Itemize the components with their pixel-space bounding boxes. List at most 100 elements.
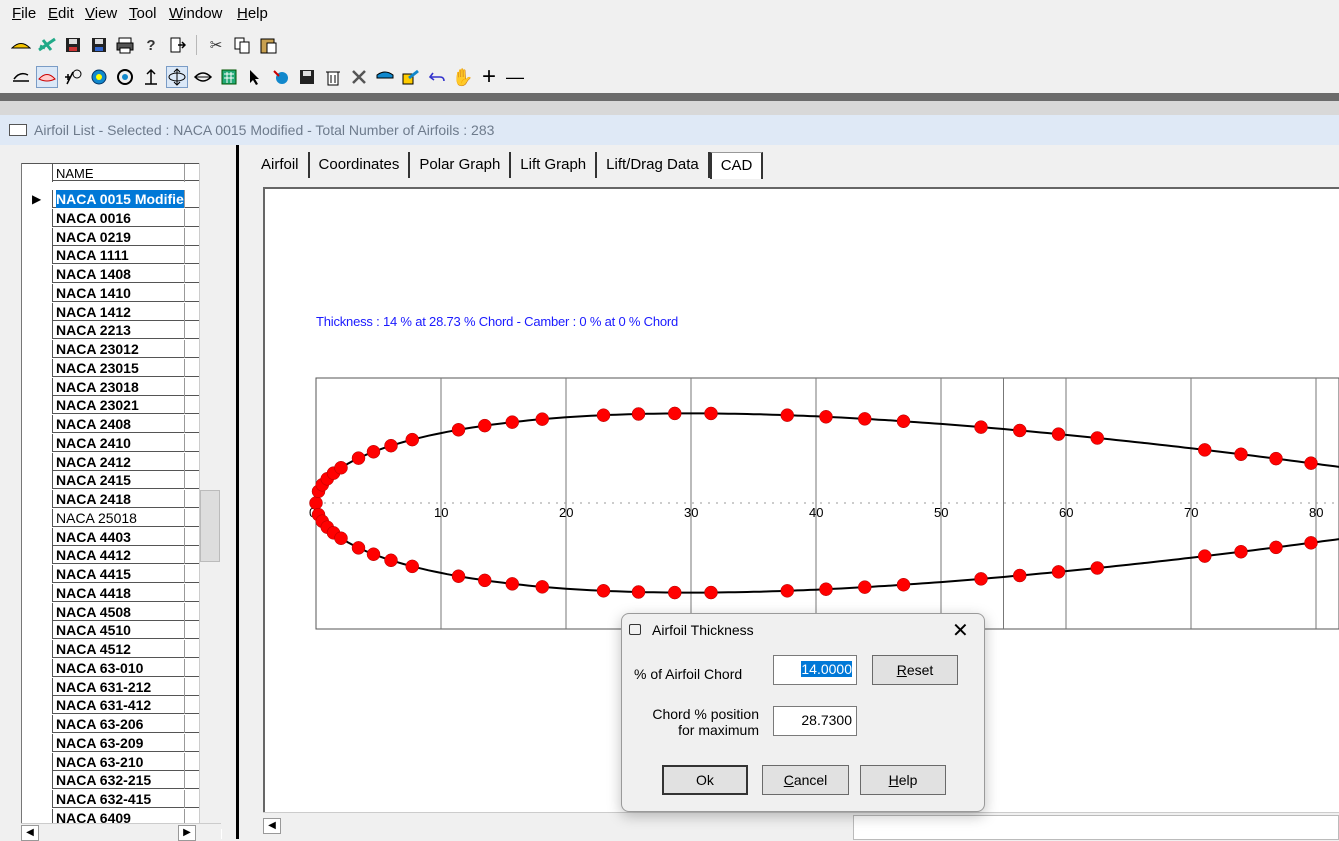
table-row[interactable]: NACA 632-215: [22, 771, 222, 790]
airfoil-name-cell[interactable]: NACA 63-209: [56, 734, 184, 752]
menu-window[interactable]: Window: [169, 5, 222, 22]
airfoil-name-cell[interactable]: NACA 63-210: [56, 753, 184, 771]
delete-icon[interactable]: [322, 66, 344, 88]
table-row[interactable]: NACA 1410: [22, 283, 222, 302]
grid-scroll-thumb[interactable]: [200, 490, 220, 562]
airfoil-name-cell[interactable]: NACA 1111: [56, 246, 184, 264]
tab-coordinates[interactable]: Coordinates: [310, 152, 411, 178]
airfoil-name-cell[interactable]: NACA 631-212: [56, 678, 184, 696]
table-row[interactable]: NACA 4512: [22, 640, 222, 658]
save-points-icon[interactable]: [296, 66, 318, 88]
child-window-titlebar[interactable]: Airfoil List - Selected : NACA 0015 Modi…: [0, 115, 1339, 145]
table-row[interactable]: NACA 4508: [22, 602, 222, 621]
airfoil-name-cell[interactable]: NACA 632-415: [56, 790, 184, 808]
table-row[interactable]: NACA 4415: [22, 565, 222, 583]
cancel-button[interactable]: Cancel: [762, 765, 849, 795]
grid-horizontal-scrollbar[interactable]: ◀ ▶: [21, 823, 221, 841]
table-row[interactable]: NACA 1412: [22, 302, 222, 321]
print-icon[interactable]: [114, 34, 136, 56]
table-row[interactable]: NACA 63-209: [22, 733, 222, 752]
table-row[interactable]: NACA 2415: [22, 471, 222, 490]
airfoil-name-cell[interactable]: NACA 4412: [56, 546, 184, 564]
airfoil-name-cell[interactable]: NACA 2412: [56, 453, 184, 471]
save-as-icon[interactable]: [88, 34, 110, 56]
airfoil-name-cell[interactable]: NACA 0016: [56, 209, 184, 227]
airfoil-name-cell[interactable]: NACA 4418: [56, 584, 184, 602]
add-node-icon[interactable]: [270, 66, 292, 88]
airfoil-name-cell[interactable]: NACA 2418: [56, 490, 184, 508]
airfoil-shape-icon[interactable]: [10, 66, 32, 88]
tab-lift-graph[interactable]: Lift Graph: [511, 152, 598, 178]
airfoil-name-cell[interactable]: NACA 4403: [56, 528, 184, 546]
table-row[interactable]: NACA 23015: [22, 358, 222, 377]
table-row[interactable]: NACA 0016: [22, 208, 222, 227]
airfoil-name-cell[interactable]: NACA 2410: [56, 434, 184, 452]
airfoil-name-cell[interactable]: NACA 631-412: [56, 696, 184, 714]
plane-icon[interactable]: [36, 34, 58, 56]
table-row[interactable]: NACA 4412: [22, 546, 222, 565]
open-airfoil-icon[interactable]: [10, 34, 32, 56]
table-row[interactable]: NACA 632-415: [22, 790, 222, 808]
leading-edge-icon[interactable]: [114, 66, 136, 88]
airfoil-name-cell[interactable]: NACA 2408: [56, 415, 184, 433]
pan-hand-icon[interactable]: ✋: [452, 66, 474, 88]
tab-lift-drag-data[interactable]: Lift/Drag Data: [597, 152, 710, 178]
copy-icon[interactable]: [231, 34, 253, 56]
menu-tool[interactable]: Tool: [129, 5, 157, 22]
airfoil-name-cell[interactable]: NACA 63-206: [56, 715, 184, 733]
color-icon[interactable]: [400, 66, 422, 88]
airfoil-name-cell[interactable]: NACA 4512: [56, 640, 184, 658]
airfoil-name-cell[interactable]: NACA 25018: [56, 509, 184, 527]
thickness-percent-input[interactable]: 14.0000: [773, 655, 857, 685]
reset-button[interactable]: Reset: [872, 655, 958, 685]
table-row[interactable]: NACA 631-212: [22, 677, 222, 696]
exit-icon[interactable]: [166, 34, 188, 56]
panel-scroll-thumb[interactable]: [853, 815, 1339, 840]
tab-airfoil[interactable]: Airfoil: [252, 152, 310, 178]
panel-horizontal-scrollbar[interactable]: ◀: [263, 812, 1339, 840]
cut-icon[interactable]: ✂: [205, 34, 227, 56]
airfoil-name-cell[interactable]: NACA 1410: [56, 284, 184, 302]
airfoil-name-cell[interactable]: NACA 23018: [56, 378, 184, 396]
table-row[interactable]: NACA 4510: [22, 621, 222, 640]
table-row[interactable]: NACA 4418: [22, 583, 222, 602]
menu-view[interactable]: View: [85, 5, 117, 22]
close-icon[interactable]: ✕: [952, 618, 969, 643]
menu-help[interactable]: Help: [237, 5, 268, 22]
calculator-icon[interactable]: [218, 66, 240, 88]
airfoil-name-cell[interactable]: NACA 1412: [56, 303, 184, 321]
undo-icon[interactable]: [426, 66, 448, 88]
camber-icon[interactable]: [36, 66, 58, 88]
airfoil-name-cell[interactable]: NACA 2213: [56, 321, 184, 339]
table-row[interactable]: NACA 2412: [22, 452, 222, 471]
airfoil-name-cell[interactable]: NACA 1408: [56, 265, 184, 283]
airfoil-name-cell[interactable]: NACA 4415: [56, 565, 184, 583]
table-row[interactable]: NACA 63-206: [22, 715, 222, 733]
save-icon[interactable]: [62, 34, 84, 56]
table-row[interactable]: NACA 1111: [22, 246, 222, 265]
zoom-out-icon[interactable]: —: [504, 66, 526, 88]
menu-file[interactable]: File: [12, 5, 36, 22]
table-row[interactable]: NACA 25018: [22, 508, 222, 527]
airfoil-name-cell[interactable]: NACA 23012: [56, 340, 184, 358]
circle-point-icon[interactable]: [88, 66, 110, 88]
flap-icon[interactable]: [374, 66, 396, 88]
table-row[interactable]: NACA 2410: [22, 433, 222, 452]
airfoil-name-cell[interactable]: NACA 0219: [56, 228, 184, 246]
tools-icon[interactable]: [348, 66, 370, 88]
table-row[interactable]: NACA 2213: [22, 321, 222, 340]
airfoil-name-cell[interactable]: NACA 23021: [56, 396, 184, 414]
tab-polar-graph[interactable]: Polar Graph: [410, 152, 512, 178]
help-button[interactable]: Help: [860, 765, 946, 795]
grid-header-name[interactable]: NAME: [56, 164, 184, 182]
airfoil-name-cell[interactable]: NACA 23015: [56, 359, 184, 377]
airfoil-thickness-icon[interactable]: [192, 66, 214, 88]
select-pointer-icon[interactable]: [244, 66, 266, 88]
airfoil-name-cell[interactable]: NACA 4510: [56, 621, 184, 639]
table-row[interactable]: NACA 631-412: [22, 696, 222, 715]
table-row[interactable]: NACA 23021: [22, 396, 222, 415]
table-row[interactable]: NACA 2408: [22, 415, 222, 433]
thickness-icon[interactable]: [166, 66, 188, 88]
table-row[interactable]: NACA 63-210: [22, 752, 222, 771]
airfoil-name-cell[interactable]: NACA 2415: [56, 471, 184, 489]
